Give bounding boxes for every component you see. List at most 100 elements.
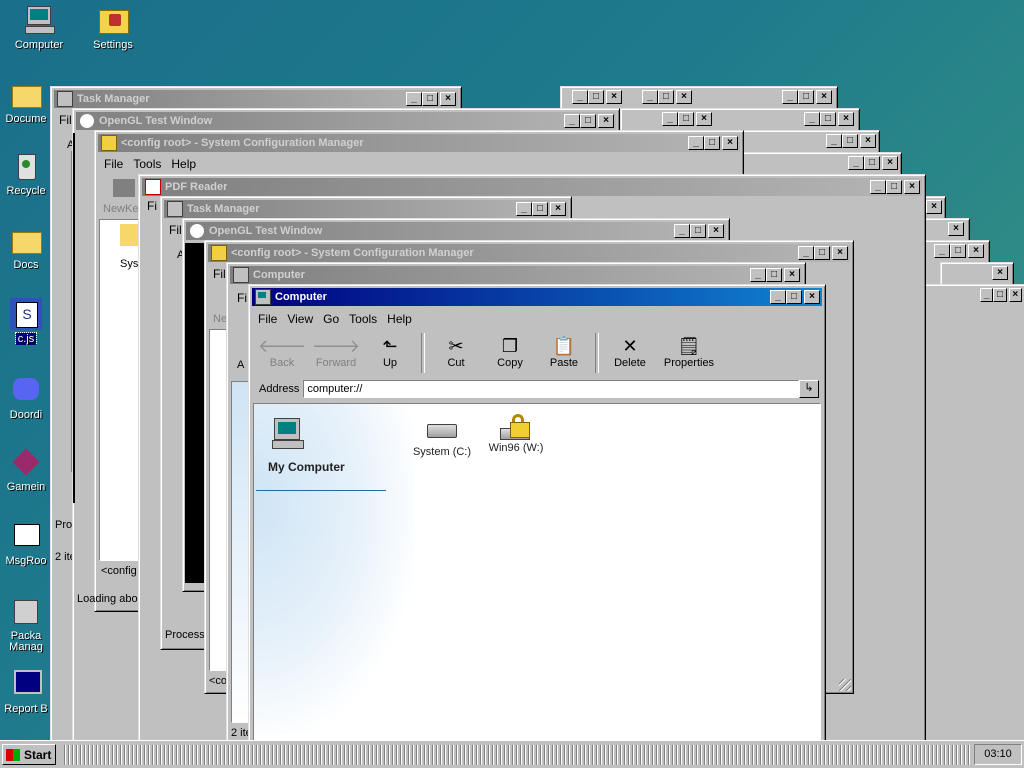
minimize-button[interactable]: _ [798, 246, 814, 260]
window-titlebar[interactable]: Computer _ □ × [230, 266, 802, 284]
desktop-icon-docs[interactable]: Docs [0, 224, 52, 271]
menu-file[interactable]: Fi [237, 291, 247, 305]
close-button[interactable]: × [860, 134, 876, 148]
properties-button[interactable]: 🗒 Properties [657, 331, 721, 369]
menu-file[interactable]: File [253, 312, 282, 326]
close-button[interactable]: × [948, 222, 964, 236]
menu-go[interactable]: Go [318, 312, 344, 326]
window-titlebar[interactable]: PDF Reader _ □ × [142, 178, 922, 196]
close-button[interactable]: × [676, 90, 692, 104]
desktop-icon-cjs[interactable]: S c.js [0, 298, 52, 345]
up-button[interactable]: ⬑ Up [363, 331, 417, 369]
close-button[interactable]: × [598, 114, 614, 128]
desktop-icon-gamein[interactable]: Gamein [0, 446, 52, 493]
cut-button[interactable]: ✂ Cut [429, 331, 483, 369]
minimize-button[interactable]: _ [572, 90, 588, 104]
minimize-button[interactable]: _ [804, 112, 820, 126]
copy-button[interactable]: ❐ Copy [483, 331, 537, 369]
menu-file[interactable]: Fil [59, 113, 72, 127]
opengl-canvas[interactable] [185, 243, 205, 583]
maximize-button[interactable]: □ [814, 246, 830, 260]
desktop-icon-package-manager[interactable]: Packa Manag [0, 596, 52, 653]
new-key-button[interactable]: Ne [213, 313, 227, 325]
start-button[interactable]: Start [2, 744, 56, 765]
maximize-button[interactable]: □ [864, 156, 880, 170]
maximize-button[interactable]: □ [690, 224, 706, 238]
maximize-button[interactable]: □ [704, 136, 720, 150]
maximize-button[interactable]: □ [422, 92, 438, 106]
maximize-button[interactable]: □ [950, 244, 966, 258]
close-button[interactable]: × [708, 224, 724, 238]
maximize-button[interactable]: □ [842, 134, 858, 148]
window-titlebar[interactable]: Task Manager _ □ × [164, 200, 568, 218]
close-button[interactable]: × [992, 266, 1008, 280]
close-button[interactable]: × [804, 290, 820, 304]
minimize-button[interactable]: _ [406, 92, 422, 106]
desktop-icon-doordie[interactable]: Doordi [0, 374, 52, 421]
close-button[interactable]: × [968, 244, 984, 258]
go-button[interactable]: ↳ [799, 380, 819, 398]
desktop-icon-msgroom[interactable]: MsgRoo [0, 520, 52, 567]
minimize-button[interactable]: _ [848, 156, 864, 170]
maximize-button[interactable]: □ [886, 180, 902, 194]
maximize-button[interactable]: □ [580, 114, 596, 128]
window-titlebar[interactable]: Task Manager _ □ × [54, 90, 458, 108]
menu-file[interactable]: File [99, 157, 128, 171]
minimize-button[interactable]: _ [564, 114, 580, 128]
forward-button[interactable]: 🡒 Forward [309, 331, 363, 369]
close-button[interactable]: × [550, 202, 566, 216]
drive-item-system[interactable]: System (C:) [406, 418, 478, 458]
menu-tools[interactable]: Tools [344, 312, 382, 326]
minimize-button[interactable]: _ [750, 268, 766, 282]
close-button[interactable]: × [926, 200, 942, 214]
maximize-button[interactable]: □ [766, 268, 782, 282]
paste-button[interactable]: 📋 Paste [537, 331, 591, 369]
maximize-button[interactable]: □ [658, 90, 674, 104]
minimize-button[interactable]: _ [782, 90, 798, 104]
tree-panel[interactable]: Syst [99, 219, 141, 561]
minimize-button[interactable]: _ [642, 90, 658, 104]
delete-button[interactable]: ✕ Delete [603, 331, 657, 369]
close-button[interactable]: × [838, 112, 854, 126]
window-titlebar[interactable]: OpenGL Test Window _ □ × [186, 222, 726, 240]
maximize-button[interactable]: □ [532, 202, 548, 216]
close-button[interactable]: × [882, 156, 898, 170]
maximize-button[interactable]: □ [820, 112, 836, 126]
process-button[interactable]: Process [165, 629, 205, 641]
minimize-button[interactable]: _ [674, 224, 690, 238]
resize-grip[interactable] [839, 679, 851, 691]
window-titlebar[interactable]: OpenGL Test Window _ □ × [76, 112, 616, 130]
back-button[interactable]: 🡐 Back [255, 331, 309, 369]
menu-file[interactable]: Fi [147, 199, 157, 213]
minimize-button[interactable]: _ [934, 244, 950, 258]
task-button-strip[interactable] [62, 745, 970, 765]
maximize-button[interactable]: □ [786, 290, 802, 304]
close-button[interactable]: × [440, 92, 456, 106]
desktop-icon-report-bug[interactable]: Report B [0, 668, 52, 715]
minimize-button[interactable]: _ [770, 290, 786, 304]
desktop-icon-documents[interactable]: Docume [0, 78, 52, 125]
menu-file[interactable]: Fil [213, 267, 226, 281]
menu-help[interactable]: Help [382, 312, 417, 326]
close-button[interactable]: × [904, 180, 920, 194]
close-button[interactable]: × [1008, 288, 1022, 302]
close-button[interactable]: × [696, 112, 712, 126]
close-button[interactable]: × [816, 90, 832, 104]
window-titlebar[interactable]: <config root> - System Configuration Man… [208, 244, 850, 262]
close-button[interactable]: × [722, 136, 738, 150]
drive-item-win96[interactable]: Win96 (W:) [480, 414, 552, 454]
desktop-icon-computer[interactable]: Computer [2, 4, 76, 51]
desktop-icon-settings[interactable]: Settings [76, 4, 150, 51]
minimize-button[interactable]: _ [870, 180, 886, 194]
window-titlebar[interactable]: Computer _ □ × [252, 288, 822, 306]
maximize-button[interactable]: □ [798, 90, 814, 104]
minimize-button[interactable]: _ [662, 112, 678, 126]
opengl-canvas[interactable] [73, 133, 75, 503]
file-view[interactable]: My Computer System (C:) Win96 (W:) [253, 403, 821, 741]
maximize-button[interactable]: □ [678, 112, 694, 126]
minimize-button[interactable]: _ [688, 136, 704, 150]
minimize-button[interactable]: _ [516, 202, 532, 216]
close-button[interactable]: × [832, 246, 848, 260]
address-input[interactable]: computer:// [303, 380, 799, 398]
minimize-button[interactable]: _ [826, 134, 842, 148]
